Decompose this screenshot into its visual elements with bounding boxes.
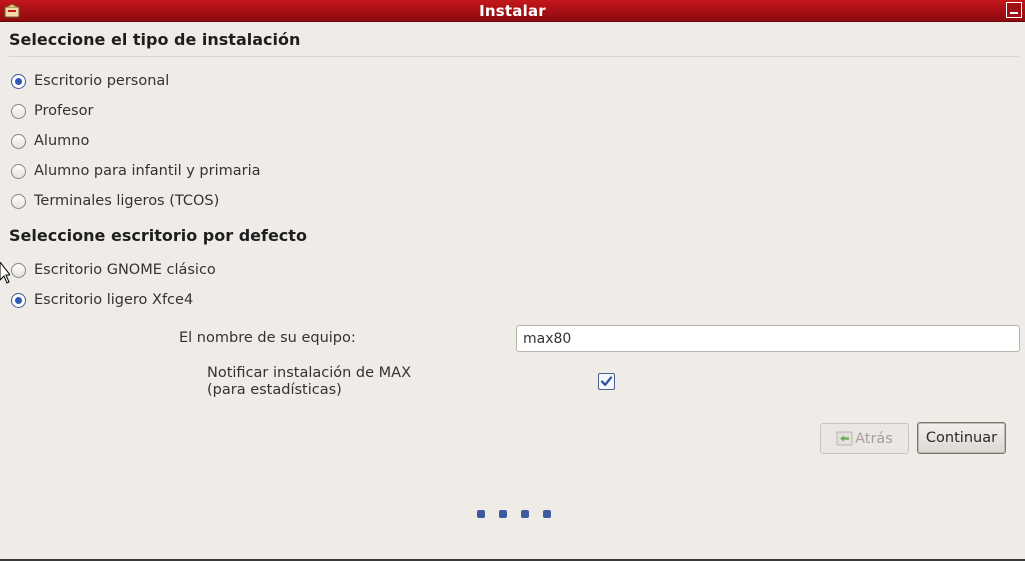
radio-label: Escritorio personal	[34, 73, 170, 89]
progress-dot	[543, 510, 551, 518]
notify-label: Notificar instalación de MAX (para estad…	[207, 365, 411, 399]
radio-profesor[interactable]: Profesor	[11, 101, 93, 121]
radio-button-checked[interactable]	[11, 292, 26, 308]
radio-escritorio-personal[interactable]: Escritorio personal	[11, 71, 169, 91]
progress-dot	[499, 510, 507, 518]
mouse-cursor-icon	[0, 262, 10, 284]
radio-terminales-ligeros[interactable]: Terminales ligeros (TCOS)	[11, 191, 219, 211]
progress-dot	[477, 510, 485, 518]
notify-label-line1: Notificar instalación de MAX	[207, 365, 412, 381]
desktop-heading: Seleccione escritorio por defecto	[9, 226, 307, 245]
radio-gnome-clasico[interactable]: Escritorio GNOME clásico	[11, 260, 216, 280]
title-bar: Instalar	[0, 0, 1025, 22]
minimize-button[interactable]	[1006, 2, 1022, 18]
back-arrow-icon	[836, 431, 853, 446]
install-type-heading: Seleccione el tipo de instalación	[9, 30, 301, 49]
continue-button-label: Continuar	[925, 430, 998, 446]
radio-label: Alumno	[34, 133, 90, 149]
radio-label: Escritorio GNOME clásico	[34, 262, 216, 278]
radio-button[interactable]	[11, 103, 26, 119]
window-title: Instalar	[479, 2, 546, 20]
radio-xfce4[interactable]: Escritorio ligero Xfce4	[11, 290, 193, 310]
radio-label: Terminales ligeros (TCOS)	[34, 193, 220, 209]
progress-indicator	[477, 510, 551, 518]
radio-button[interactable]	[11, 133, 26, 149]
radio-label: Escritorio ligero Xfce4	[34, 292, 194, 308]
notify-checkbox[interactable]	[598, 373, 615, 390]
radio-button[interactable]	[11, 163, 26, 179]
radio-alumno-infantil-primaria[interactable]: Alumno para infantil y primaria	[11, 161, 261, 181]
radio-label: Alumno para infantil y primaria	[34, 163, 261, 179]
progress-dot	[521, 510, 529, 518]
hostname-input[interactable]	[516, 325, 1020, 352]
radio-button[interactable]	[11, 193, 26, 209]
separator	[9, 56, 1019, 57]
checkmark-icon	[600, 376, 613, 386]
radio-button[interactable]	[11, 262, 26, 278]
back-button[interactable]: Atrás	[820, 423, 909, 454]
radio-button-checked[interactable]	[11, 73, 26, 89]
back-button-label: Atrás	[855, 430, 893, 447]
hostname-label: El nombre de su equipo:	[179, 330, 356, 346]
radio-alumno[interactable]: Alumno	[11, 131, 89, 151]
notify-label-line2: (para estadísticas)	[207, 382, 342, 398]
continue-button[interactable]: Continuar	[917, 422, 1006, 454]
radio-label: Profesor	[34, 103, 94, 119]
